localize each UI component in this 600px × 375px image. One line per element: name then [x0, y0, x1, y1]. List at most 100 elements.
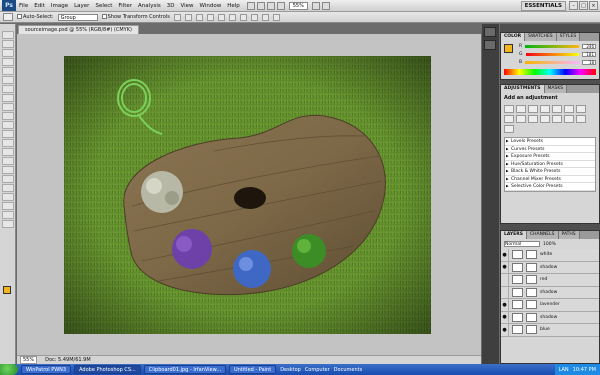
menu-3d[interactable]: 3D	[164, 3, 178, 9]
3d-rotate-tool-icon[interactable]	[2, 193, 14, 201]
move-tool-preset-icon[interactable]	[3, 13, 13, 21]
visibility-eye-icon[interactable]: ●	[501, 298, 509, 311]
document-size-info[interactable]: Doc: 5.49M/61.9M	[45, 357, 91, 363]
blend-mode-select[interactable]: Normal	[504, 241, 540, 247]
visibility-eye-icon[interactable]	[501, 286, 509, 299]
align-bottom-icon[interactable]	[195, 13, 203, 21]
gradient-map-icon[interactable]	[576, 115, 586, 123]
dodge-tool-icon[interactable]	[2, 148, 14, 156]
actions-panel-icon[interactable]	[484, 40, 496, 50]
blue-slider[interactable]	[525, 60, 579, 64]
color-balance-icon[interactable]	[576, 105, 586, 113]
red-slider[interactable]	[525, 44, 579, 48]
tab-swatches[interactable]: SWATCHES	[525, 33, 557, 41]
taskbar-item[interactable]: WinPatrol PWN3	[21, 365, 72, 374]
layer-row[interactable]: ● lavender	[501, 298, 599, 312]
minimize-icon[interactable]: –	[569, 1, 578, 10]
tab-adjustments[interactable]: ADJUSTMENTS	[501, 85, 545, 93]
black-white-icon[interactable]	[504, 115, 514, 123]
brush-tool-icon[interactable]	[2, 94, 14, 102]
invert-icon[interactable]	[540, 115, 550, 123]
3d-orbit-tool-icon[interactable]	[2, 202, 14, 210]
gradient-tool-icon[interactable]	[2, 130, 14, 138]
bridge-icon[interactable]	[246, 1, 255, 10]
menu-file[interactable]: File	[16, 3, 31, 9]
red-value-field[interactable]: 246	[582, 43, 596, 49]
eyedropper-tool-icon[interactable]	[2, 76, 14, 84]
arrange-documents-icon[interactable]	[311, 1, 320, 10]
crop-tool-icon[interactable]	[2, 67, 14, 75]
align-top-icon[interactable]	[173, 13, 181, 21]
levels-icon[interactable]	[516, 105, 526, 113]
hand-icon[interactable]	[266, 1, 275, 10]
layer-row[interactable]: ● shadow	[501, 311, 599, 324]
image-canvas[interactable]	[64, 56, 431, 334]
status-zoom-field[interactable]: 55%	[20, 356, 38, 364]
tab-masks[interactable]: MASKS	[544, 85, 568, 93]
menu-view[interactable]: View	[177, 3, 196, 9]
preset-selective-color[interactable]: Selective Color Presets	[505, 183, 595, 191]
maximize-icon[interactable]: □	[579, 1, 588, 10]
tab-channels[interactable]: CHANNELS	[526, 231, 559, 239]
pen-tool-icon[interactable]	[2, 157, 14, 165]
menu-help[interactable]: Help	[224, 3, 243, 9]
preset-curves[interactable]: Curves Presets	[505, 146, 595, 153]
preset-exposure[interactable]: Exposure Presets	[505, 153, 595, 161]
type-tool-icon[interactable]	[2, 166, 14, 174]
vibrance-icon[interactable]	[552, 105, 562, 113]
visibility-eye-icon[interactable]: ●	[501, 248, 509, 261]
clone-stamp-tool-icon[interactable]	[2, 103, 14, 111]
align-middle-icon[interactable]	[184, 13, 192, 21]
tab-paths[interactable]: PATHS	[558, 231, 580, 239]
align-left-icon[interactable]	[206, 13, 214, 21]
preset-channel-mixer[interactable]: Channel Mixer Presets	[505, 176, 595, 183]
visibility-eye-icon[interactable]: ●	[501, 323, 509, 336]
brightness-contrast-icon[interactable]	[504, 105, 514, 113]
green-slider[interactable]	[525, 52, 579, 56]
visibility-eye-icon[interactable]	[501, 273, 509, 286]
tab-color[interactable]: COLOR	[501, 33, 526, 41]
document-tab[interactable]: sourceimage.psd @ 55% (RGB/8#) (CMYK)	[18, 25, 139, 34]
selective-color-icon[interactable]	[504, 125, 514, 133]
tab-styles[interactable]: STYLES	[556, 33, 581, 41]
layer-row[interactable]: ● blue	[501, 323, 599, 337]
move-tool-icon[interactable]	[2, 31, 14, 39]
color-spectrum-ramp[interactable]	[504, 69, 596, 75]
mini-bridge-icon[interactable]	[256, 1, 265, 10]
eraser-tool-icon[interactable]	[2, 121, 14, 129]
distribute-center-icon[interactable]	[250, 13, 258, 21]
close-icon[interactable]: ×	[589, 1, 598, 10]
screen-mode-icon[interactable]	[321, 1, 330, 10]
taskbar-item[interactable]: Adobe Photoshop CS...	[74, 365, 141, 374]
lasso-tool-icon[interactable]	[2, 49, 14, 57]
blur-tool-icon[interactable]	[2, 139, 14, 147]
menu-analysis[interactable]: Analysis	[135, 3, 164, 9]
threshold-icon[interactable]	[564, 115, 574, 123]
workspace-switcher[interactable]: ESSENTIALS	[520, 1, 566, 11]
history-brush-tool-icon[interactable]	[2, 112, 14, 120]
toolbar-documents[interactable]: Documents	[334, 367, 363, 373]
layer-row[interactable]: ● shadow	[501, 261, 599, 274]
green-value-field[interactable]: 181	[582, 51, 596, 57]
exposure-icon[interactable]	[540, 105, 550, 113]
distribute-bottom-icon[interactable]	[261, 13, 269, 21]
menu-select[interactable]: Select	[92, 3, 115, 9]
align-right-icon[interactable]	[228, 13, 236, 21]
taskbar-item[interactable]: Clipboard01.jpg - IrfanView...	[143, 365, 227, 374]
start-button[interactable]	[0, 364, 18, 375]
hue-saturation-icon[interactable]	[564, 105, 574, 113]
network-label[interactable]: LAN	[559, 367, 569, 373]
toolbar-computer[interactable]: Computer	[305, 367, 330, 373]
preset-hue-saturation[interactable]: Hue/Saturation Presets	[505, 161, 595, 168]
opacity-field[interactable]: 100%	[543, 242, 556, 247]
path-selection-tool-icon[interactable]	[2, 175, 14, 183]
toolbar-desktop[interactable]: Desktop	[280, 367, 301, 373]
distribute-top-icon[interactable]	[239, 13, 247, 21]
menu-window[interactable]: Window	[197, 3, 225, 9]
taskbar-item[interactable]: Untitled - Paint	[229, 365, 277, 374]
transform-controls-checkbox[interactable]: Show Transform Controls	[101, 14, 170, 20]
zoom-level-select[interactable]: 55%	[288, 1, 308, 10]
layer-row[interactable]: red	[501, 273, 599, 287]
preset-black-white[interactable]: Black & White Presets	[505, 168, 595, 176]
healing-brush-tool-icon[interactable]	[2, 85, 14, 93]
